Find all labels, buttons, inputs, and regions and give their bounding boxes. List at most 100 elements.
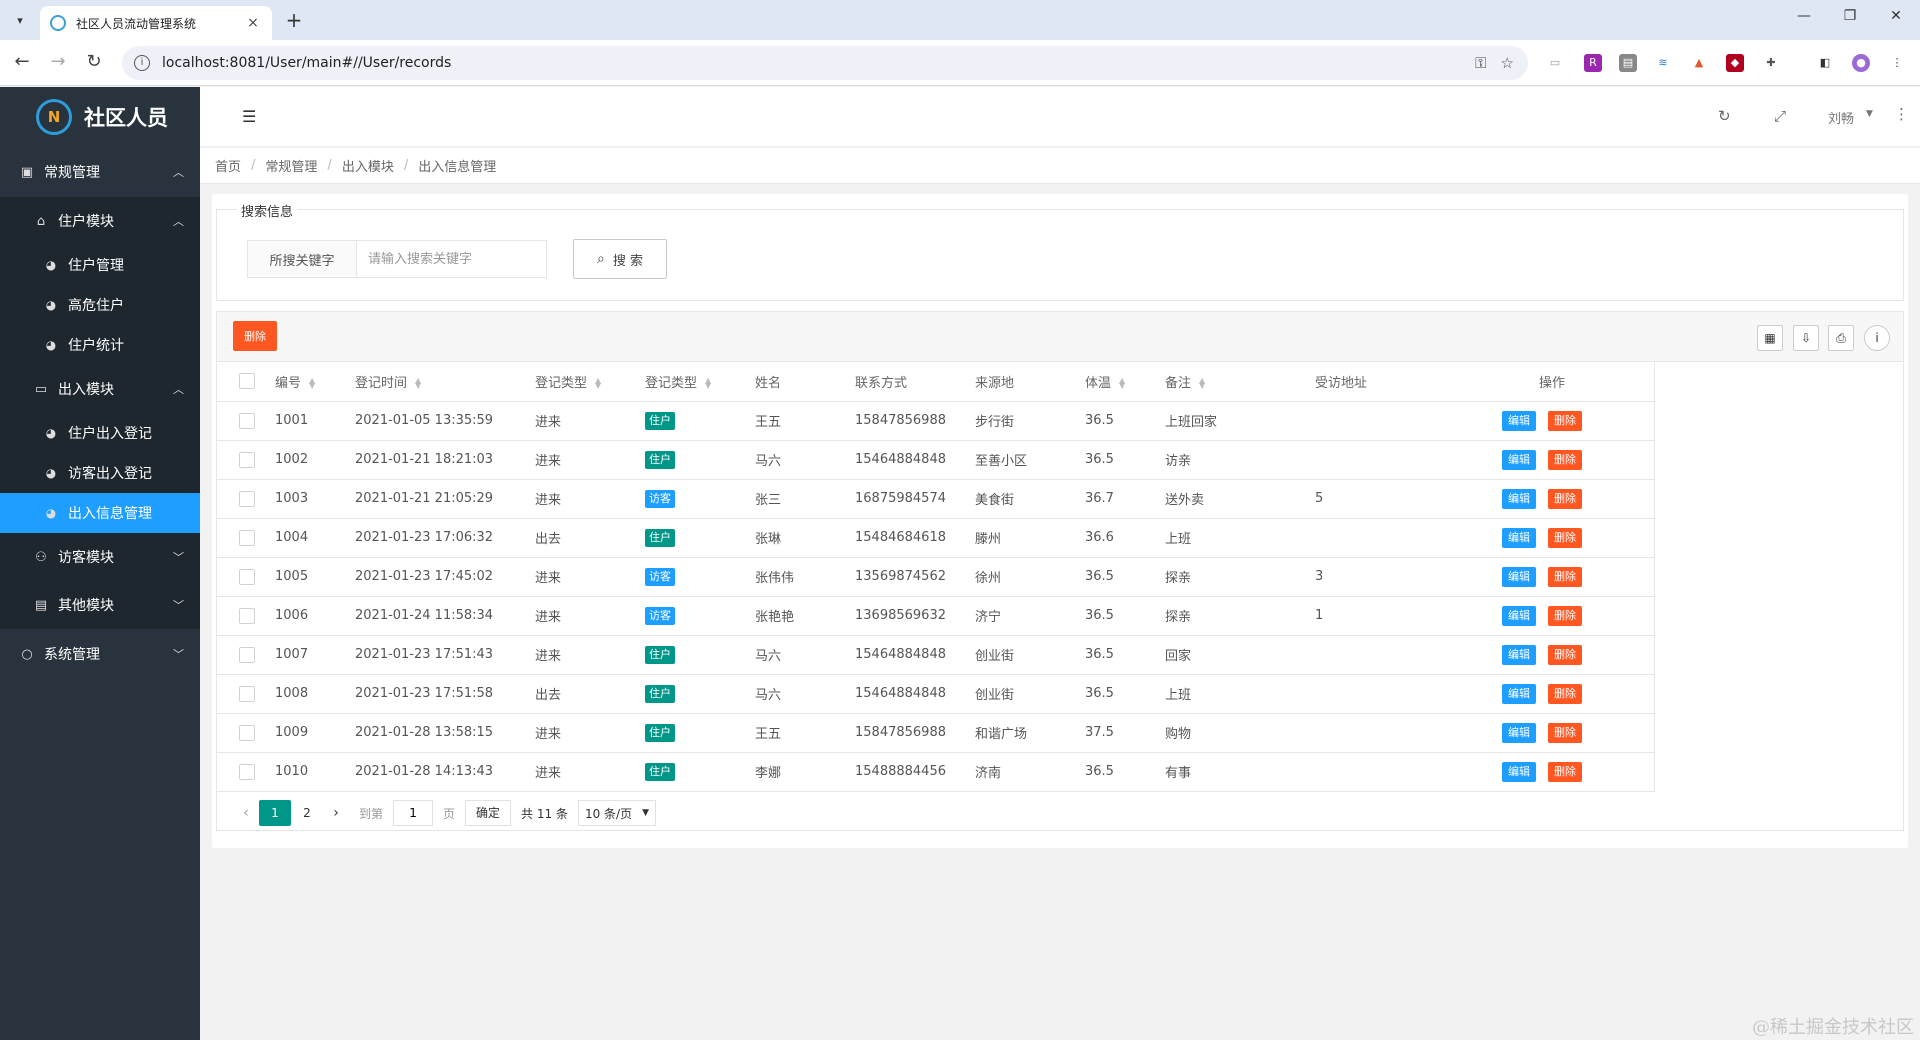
sort-icon[interactable]: ▲ ▼ xyxy=(595,377,601,390)
checkbox[interactable] xyxy=(239,529,255,546)
brand[interactable]: N 社区人员 xyxy=(0,87,200,147)
sort-icon[interactable]: ▲ ▼ xyxy=(309,377,315,390)
delete-button[interactable]: 删除 xyxy=(1548,566,1582,587)
refresh-icon[interactable]: ↻ xyxy=(1718,107,1731,125)
row-select-cell[interactable] xyxy=(217,479,275,519)
site-info-icon[interactable]: i xyxy=(134,55,150,71)
page-size-select[interactable]: 10 条/页 ▼ xyxy=(577,800,657,826)
ublock-icon[interactable]: ◆ xyxy=(1726,54,1744,72)
checkbox[interactable] xyxy=(239,646,255,663)
delete-button[interactable]: 删除 xyxy=(1548,722,1582,743)
search-button[interactable]: ⌕ 搜 索 xyxy=(573,239,667,279)
table-row[interactable]: 1010 2021-01-28 14:13:43 进来 住户 李娜 15488884456… xyxy=(217,752,1655,792)
row-select-cell[interactable] xyxy=(217,557,275,597)
edit-button[interactable]: 编辑 xyxy=(1502,644,1536,665)
header-direction[interactable]: 登记类型 ▲ ▼ xyxy=(535,362,645,402)
table-row[interactable]: 1003 2021-01-21 21:05:29 进来 访客 张三 16875984574… xyxy=(217,479,1655,519)
reload-icon[interactable]: ↻ xyxy=(82,51,106,72)
browser-tab[interactable]: 社区人员流动管理系统 × xyxy=(40,6,272,40)
new-tab-button[interactable]: + xyxy=(282,8,306,32)
menu-toggle-icon[interactable]: ☰ xyxy=(242,107,256,126)
restore-icon[interactable]: ❐ xyxy=(1830,8,1870,24)
more-icon[interactable]: ⋮ xyxy=(1894,105,1909,123)
sidebar-module-others[interactable]: ▤ 其他模块 ﹀ xyxy=(0,581,200,629)
row-select-cell[interactable] xyxy=(217,713,275,753)
row-select-cell[interactable] xyxy=(217,752,275,792)
extension-icon[interactable]: ▭ xyxy=(1546,54,1564,72)
row-select-cell[interactable] xyxy=(217,518,275,558)
edit-button[interactable]: 编辑 xyxy=(1502,527,1536,548)
batch-delete-button[interactable]: 删除 xyxy=(233,321,277,351)
sidebar-module-access[interactable]: ▭ 出入模块 ︿ xyxy=(0,365,200,413)
menu-group-routine[interactable]: ▣ 常规管理 ︿ xyxy=(0,147,200,197)
table-row[interactable]: 1008 2021-01-23 17:51:58 出去 住户 马六 15464884848… xyxy=(217,674,1655,714)
fullscreen-icon[interactable]: ⤢ xyxy=(1774,107,1786,125)
delete-button[interactable]: 删除 xyxy=(1548,644,1582,665)
table-row[interactable]: 1006 2021-01-24 11:58:34 进来 访客 张艳艳 1369856963… xyxy=(217,596,1655,636)
breadcrumb-item[interactable]: 常规管理 xyxy=(265,156,317,175)
checkbox[interactable] xyxy=(239,724,255,741)
table-row[interactable]: 1007 2021-01-23 17:51:43 进来 住户 马六 15464884848… xyxy=(217,635,1655,675)
url-text[interactable]: localhost:8081/User/main#//User/records xyxy=(162,55,1475,71)
delete-button[interactable]: 删除 xyxy=(1548,488,1582,509)
header-select-all[interactable] xyxy=(217,362,275,402)
edit-button[interactable]: 编辑 xyxy=(1502,605,1536,626)
menu-group-system[interactable]: ○ 系统管理 ﹀ xyxy=(0,629,200,679)
header-time[interactable]: 登记时间 ▲ ▼ xyxy=(355,362,535,402)
sidebar-item-resident-manage[interactable]: ◕ 住户管理 xyxy=(0,245,200,285)
sidebar-item-resident-access[interactable]: ◕ 住户出入登记 xyxy=(0,413,200,453)
sidebar-item-resident-stats[interactable]: ◕ 住户统计 xyxy=(0,325,200,365)
checkbox[interactable] xyxy=(239,685,255,702)
delete-button[interactable]: 删除 xyxy=(1548,449,1582,470)
search-input[interactable] xyxy=(357,240,547,278)
row-select-cell[interactable] xyxy=(217,674,275,714)
goto-confirm-button[interactable]: 确定 xyxy=(465,800,512,826)
edit-button[interactable]: 编辑 xyxy=(1502,722,1536,743)
caret-down-icon[interactable]: ▼ xyxy=(1866,109,1873,119)
delete-button[interactable]: 删除 xyxy=(1548,605,1582,626)
checkbox[interactable] xyxy=(239,373,255,390)
table-row[interactable]: 1004 2021-01-23 17:06:32 出去 住户 张琳 15484684618… xyxy=(217,518,1655,558)
header-id[interactable]: 编号 ▲ ▼ xyxy=(275,362,355,402)
browser-menu-icon[interactable]: ⋮ xyxy=(1888,54,1906,72)
profile-avatar-icon[interactable]: ● xyxy=(1852,54,1870,72)
window-close-icon[interactable]: ✕ xyxy=(1876,8,1916,24)
extension-rp-icon[interactable]: R xyxy=(1584,54,1602,72)
sort-icon[interactable]: ▲ ▼ xyxy=(1199,377,1205,390)
tab-search-icon[interactable]: ▾ xyxy=(8,8,32,32)
extension-icon[interactable]: ≋ xyxy=(1654,54,1672,72)
sidebar-module-residents[interactable]: ⌂ 住户模块 ︿ xyxy=(0,197,200,245)
delete-button[interactable]: 删除 xyxy=(1548,527,1582,548)
breadcrumb-home[interactable]: 首页 xyxy=(215,156,241,175)
columns-filter-icon[interactable]: ▦ xyxy=(1757,325,1783,351)
bookmark-star-icon[interactable]: ☆ xyxy=(1501,54,1514,72)
tab-close-icon[interactable]: × xyxy=(244,15,262,31)
delete-button[interactable]: 删除 xyxy=(1548,761,1582,782)
header-note[interactable]: 备注 ▲ ▼ xyxy=(1165,362,1315,402)
checkbox[interactable] xyxy=(239,607,255,624)
minimize-icon[interactable]: — xyxy=(1784,8,1824,24)
page-1[interactable]: 1 xyxy=(259,800,291,826)
row-select-cell[interactable] xyxy=(217,635,275,675)
delete-button[interactable]: 删除 xyxy=(1548,683,1582,704)
sort-icon[interactable]: ▲ ▼ xyxy=(705,377,711,390)
sort-icon[interactable]: ▲ ▼ xyxy=(415,377,421,390)
checkbox[interactable] xyxy=(239,568,255,585)
address-bar[interactable]: i localhost:8081/User/main#//User/record… xyxy=(122,46,1528,80)
checkbox[interactable] xyxy=(239,763,255,780)
next-page-icon[interactable]: › xyxy=(323,805,349,821)
back-icon[interactable]: ← xyxy=(10,51,34,72)
checkbox[interactable] xyxy=(239,412,255,429)
print-icon[interactable]: ⎙ xyxy=(1828,325,1854,351)
edit-button[interactable]: 编辑 xyxy=(1502,410,1536,431)
goto-page-input[interactable] xyxy=(393,800,434,826)
edit-button[interactable]: 编辑 xyxy=(1502,683,1536,704)
header-temp[interactable]: 体温 ▲ ▼ xyxy=(1085,362,1165,402)
user-name[interactable]: 刘畅 xyxy=(1828,108,1854,127)
info-icon[interactable]: i xyxy=(1864,325,1890,351)
checkbox[interactable] xyxy=(239,451,255,468)
prev-page-icon[interactable]: ‹ xyxy=(233,805,259,821)
table-row[interactable]: 1005 2021-01-23 17:45:02 进来 访客 张伟伟 1356987456… xyxy=(217,557,1655,597)
row-select-cell[interactable] xyxy=(217,596,275,636)
breadcrumb-item[interactable]: 出入模块 xyxy=(342,156,394,175)
